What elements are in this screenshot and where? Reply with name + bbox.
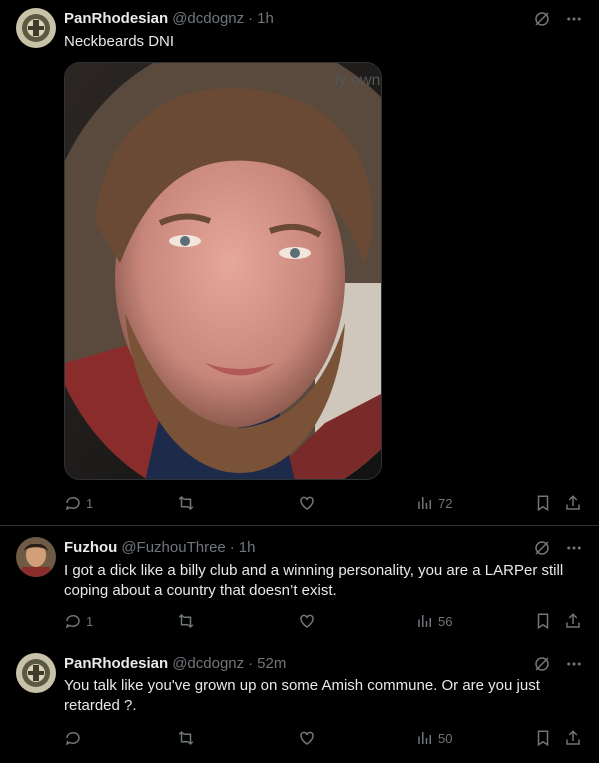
tweet[interactable]: PanRhodesian @dcdognz · 52m You talk lik… [0,643,599,763]
share-icon [564,612,582,630]
retweet-button[interactable] [177,494,199,512]
grok-icon[interactable] [533,10,551,28]
views-button[interactable]: 50 [416,729,452,747]
bookmark-button[interactable] [534,494,552,512]
share-button[interactable] [564,729,582,747]
timestamp[interactable]: 1h [257,10,274,27]
author-handle[interactable]: @FuzhouThree [121,539,225,556]
share-icon [564,494,582,512]
views-icon [416,612,434,630]
tweet-text: Neckbeards DNI [64,33,175,50]
views-icon [416,729,434,747]
views-count: 50 [438,730,453,746]
author-handle[interactable]: @dcdognz [172,655,244,672]
tweet-photo[interactable]: ly own [64,62,382,480]
tweet-text: You talk like you've grown up on some Am… [64,677,540,714]
media-watermark: ly own [335,72,380,89]
views-button[interactable]: 72 [416,494,452,512]
reply-button[interactable]: 1 [64,612,93,630]
reply-icon [64,612,82,630]
reply-count: 1 [86,613,94,629]
retweet-icon [177,494,195,512]
share-button[interactable] [564,494,582,512]
separator-dot: · [248,9,254,27]
like-icon [298,612,316,630]
views-count: 56 [438,613,453,629]
like-button[interactable] [298,494,320,512]
retweet-icon [177,612,195,630]
avatar[interactable] [16,537,56,577]
bookmark-button[interactable] [534,612,552,630]
author-name[interactable]: PanRhodesian [64,10,168,27]
separator-dot: · [229,538,235,556]
retweet-button[interactable] [177,612,199,630]
like-icon [298,729,316,747]
bookmark-icon [534,494,552,512]
tweet[interactable]: PanRhodesian @dcdognz · 1h Neckbeards DN… [0,0,599,525]
reply-button[interactable] [64,729,86,747]
timestamp[interactable]: 52m [257,655,286,672]
avatar[interactable] [16,653,56,693]
bookmark-icon [534,729,552,747]
tweet-text: I got a dick like a billy club and a win… [64,562,564,599]
like-button[interactable] [298,612,320,630]
reply-count: 1 [86,495,94,511]
views-button[interactable]: 56 [416,612,452,630]
author-name[interactable]: PanRhodesian [64,655,168,672]
avatar[interactable] [16,8,56,48]
share-icon [564,729,582,747]
author-name[interactable]: Fuzhou [64,539,117,556]
more-icon[interactable] [565,539,583,557]
timestamp[interactable]: 1h [239,539,256,556]
retweet-icon [177,729,195,747]
reply-icon [64,729,82,747]
like-button[interactable] [298,729,320,747]
reply-button[interactable]: 1 [64,494,93,512]
grok-icon[interactable] [533,655,551,673]
retweet-button[interactable] [177,729,199,747]
bookmark-icon [534,612,552,630]
grok-icon[interactable] [533,539,551,557]
views-icon [416,494,434,512]
author-handle[interactable]: @dcdognz [172,10,244,27]
more-icon[interactable] [565,655,583,673]
tweet[interactable]: Fuzhou @FuzhouThree · 1h I got a dick li… [0,525,599,643]
more-icon[interactable] [565,10,583,28]
separator-dot: · [248,654,254,672]
bookmark-button[interactable] [534,729,552,747]
views-count: 72 [438,495,453,511]
reply-icon [64,494,82,512]
share-button[interactable] [564,612,582,630]
like-icon [298,494,316,512]
